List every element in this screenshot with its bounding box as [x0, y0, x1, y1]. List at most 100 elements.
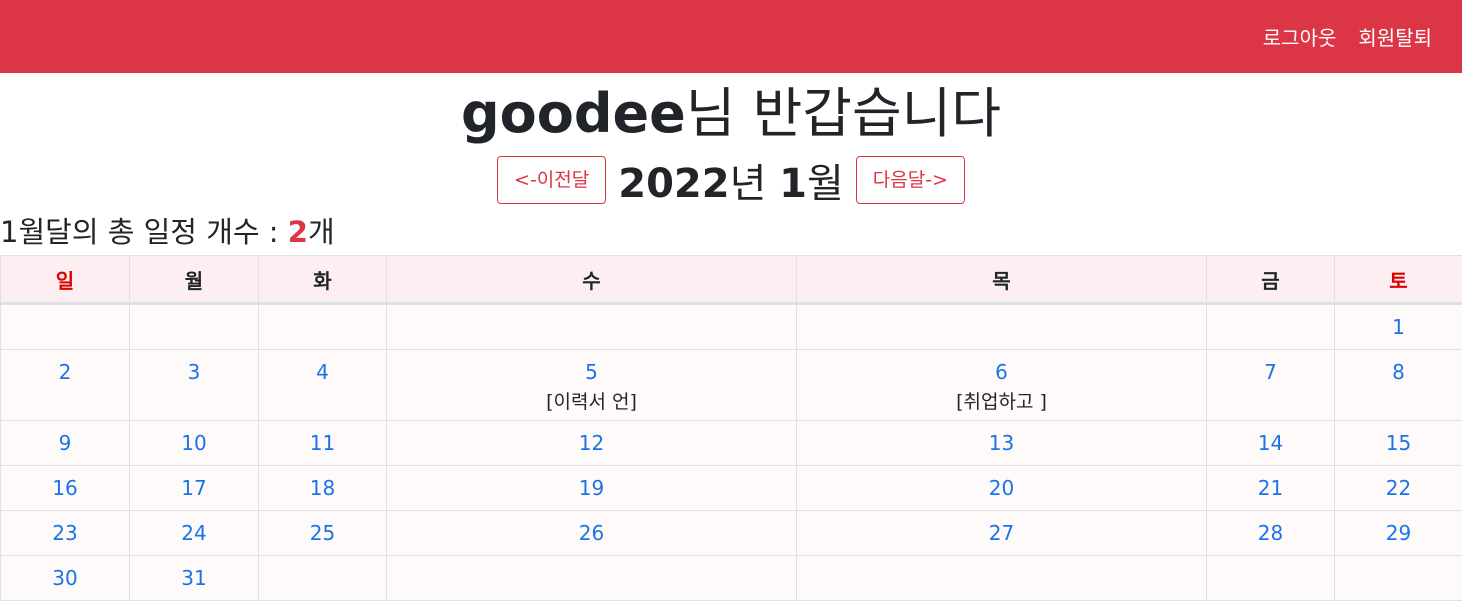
calendar-day-number[interactable]: 6 [797, 350, 1206, 382]
calendar-table: 일월화수목금토 1 2 3 4 5 [이력서 언] 6 [취업하고 ] 7 8 9 10 11 12 13 1… [0, 255, 1462, 601]
calendar-day-cell[interactable]: 6 [취업하고 ] [796, 349, 1207, 421]
weekday-header-fri: 금 [1206, 255, 1335, 305]
calendar-day-number[interactable]: 3 [130, 350, 258, 382]
calendar-day-cell[interactable]: 5 [이력서 언] [386, 349, 797, 421]
calendar-day-number[interactable]: 31 [130, 556, 258, 588]
calendar-day-number [259, 556, 386, 568]
calendar-day-cell [1206, 303, 1335, 350]
calendar-day-cell[interactable]: 22 [1334, 465, 1462, 511]
calendar-day-cell[interactable]: 11 [258, 420, 387, 466]
calendar-day-cell[interactable]: 18 [258, 465, 387, 511]
calendar-day-cell[interactable]: 23 [0, 510, 130, 556]
calendar-day-cell[interactable]: 15 [1334, 420, 1462, 466]
calendar-day-number[interactable]: 13 [797, 421, 1206, 453]
calendar-day-cell [0, 303, 130, 350]
summary-text: 월달의 총 일정 개수 : [18, 215, 288, 249]
calendar-day-number[interactable]: 21 [1207, 466, 1334, 498]
calendar-day-number[interactable]: 5 [387, 350, 796, 382]
calendar-day-cell[interactable]: 2 [0, 349, 130, 421]
calendar-day-cell[interactable]: 26 [386, 510, 797, 556]
month-title-year-unit: 년 [729, 161, 780, 207]
calendar-day-number[interactable]: 17 [130, 466, 258, 498]
withdraw-link[interactable]: 회원탈퇴 [1358, 22, 1432, 51]
calendar-day-cell[interactable]: 20 [796, 465, 1207, 511]
summary-count: 2 [287, 215, 308, 249]
calendar-day-number[interactable]: 25 [259, 511, 386, 543]
calendar-day-number[interactable]: 22 [1335, 466, 1462, 498]
calendar-day-cell[interactable]: 13 [796, 420, 1207, 466]
calendar-day-cell[interactable]: 29 [1334, 510, 1462, 556]
calendar-day-number[interactable]: 23 [1, 511, 129, 543]
calendar-body: 1 2 3 4 5 [이력서 언] 6 [취업하고 ] 7 8 9 10 11 12 13 14 15 16 17 1… [0, 303, 1462, 601]
calendar-day-cell [796, 555, 1207, 601]
calendar-day-cell[interactable]: 27 [796, 510, 1207, 556]
calendar-day-number [1207, 556, 1334, 568]
month-title-year: 2022 [618, 161, 730, 207]
logout-link[interactable]: 로그아웃 [1263, 22, 1337, 51]
calendar-day-number[interactable]: 26 [387, 511, 796, 543]
calendar-day-cell [258, 303, 387, 350]
weekday-header-thu: 목 [796, 255, 1207, 305]
calendar-week-row: 2 3 4 5 [이력서 언] 6 [취업하고 ] 7 8 [0, 349, 1462, 421]
calendar-day-number[interactable]: 27 [797, 511, 1206, 543]
calendar-day-cell[interactable]: 28 [1206, 510, 1335, 556]
calendar-day-cell[interactable]: 7 [1206, 349, 1335, 421]
calendar-day-cell[interactable]: 1 [1334, 303, 1462, 350]
prev-month-button[interactable]: <-이전달 [497, 156, 607, 204]
schedule-count-summary: 1월달의 총 일정 개수 : 2개 [0, 209, 1462, 255]
calendar-day-number[interactable]: 2 [1, 350, 129, 382]
calendar-day-cell[interactable]: 14 [1206, 420, 1335, 466]
weekday-header-wed: 수 [386, 255, 797, 305]
calendar-day-number [130, 305, 258, 317]
calendar-day-cell [1334, 555, 1462, 601]
calendar-day-cell[interactable]: 31 [129, 555, 259, 601]
calendar-day-cell[interactable]: 4 [258, 349, 387, 421]
calendar-day-number [259, 305, 386, 317]
next-month-button[interactable]: 다음달-> [855, 156, 965, 204]
calendar-day-number[interactable]: 24 [130, 511, 258, 543]
calendar-event[interactable]: [취업하고 ] [797, 390, 1206, 420]
calendar-week-row: 16 17 18 19 20 21 22 [0, 465, 1462, 511]
calendar-day-number[interactable]: 8 [1335, 350, 1462, 382]
calendar-day-cell[interactable]: 8 [1334, 349, 1462, 421]
calendar-day-cell[interactable]: 3 [129, 349, 259, 421]
calendar-day-number[interactable]: 19 [387, 466, 796, 498]
calendar-day-number[interactable]: 28 [1207, 511, 1334, 543]
greeting-username: goodee [460, 82, 686, 145]
summary-month: 1 [0, 215, 19, 249]
summary-unit: 개 [307, 215, 335, 249]
month-title: 2022년 1월 [618, 151, 844, 209]
calendar-day-number[interactable]: 15 [1335, 421, 1462, 453]
calendar-day-number[interactable]: 12 [387, 421, 796, 453]
month-navigation: <-이전달 2022년 1월 다음달-> [0, 151, 1462, 209]
calendar-day-cell[interactable]: 10 [129, 420, 259, 466]
calendar-day-number[interactable]: 7 [1207, 350, 1334, 382]
calendar-day-number[interactable]: 10 [130, 421, 258, 453]
calendar-day-number[interactable]: 18 [259, 466, 386, 498]
calendar-day-cell[interactable]: 9 [0, 420, 130, 466]
calendar-day-cell [129, 303, 259, 350]
calendar-day-cell[interactable]: 30 [0, 555, 130, 601]
calendar-day-cell[interactable]: 19 [386, 465, 797, 511]
greeting-heading: goodee님 반갑습니다 [0, 79, 1462, 151]
calendar-day-number[interactable]: 14 [1207, 421, 1334, 453]
calendar-day-number[interactable]: 4 [259, 350, 386, 382]
calendar-day-number[interactable]: 16 [1, 466, 129, 498]
calendar-day-number[interactable]: 11 [259, 421, 386, 453]
calendar-day-number[interactable]: 30 [1, 556, 129, 588]
calendar-day-cell[interactable]: 24 [129, 510, 259, 556]
calendar-day-cell[interactable]: 16 [0, 465, 130, 511]
calendar-day-number[interactable]: 20 [797, 466, 1206, 498]
calendar-day-cell[interactable]: 12 [386, 420, 797, 466]
calendar-day-cell[interactable]: 25 [258, 510, 387, 556]
calendar-day-cell[interactable]: 21 [1206, 465, 1335, 511]
calendar-day-number[interactable]: 29 [1335, 511, 1462, 543]
calendar-week-row: 23 24 25 26 27 28 29 [0, 510, 1462, 556]
calendar-day-number [1, 305, 129, 317]
calendar-event[interactable]: [이력서 언] [387, 390, 796, 420]
greeting-suffix: 님 반갑습니다 [685, 82, 1001, 145]
calendar-day-number[interactable]: 1 [1335, 305, 1462, 337]
calendar-day-cell[interactable]: 17 [129, 465, 259, 511]
calendar-day-number[interactable]: 9 [1, 421, 129, 453]
calendar-day-number [387, 556, 796, 568]
